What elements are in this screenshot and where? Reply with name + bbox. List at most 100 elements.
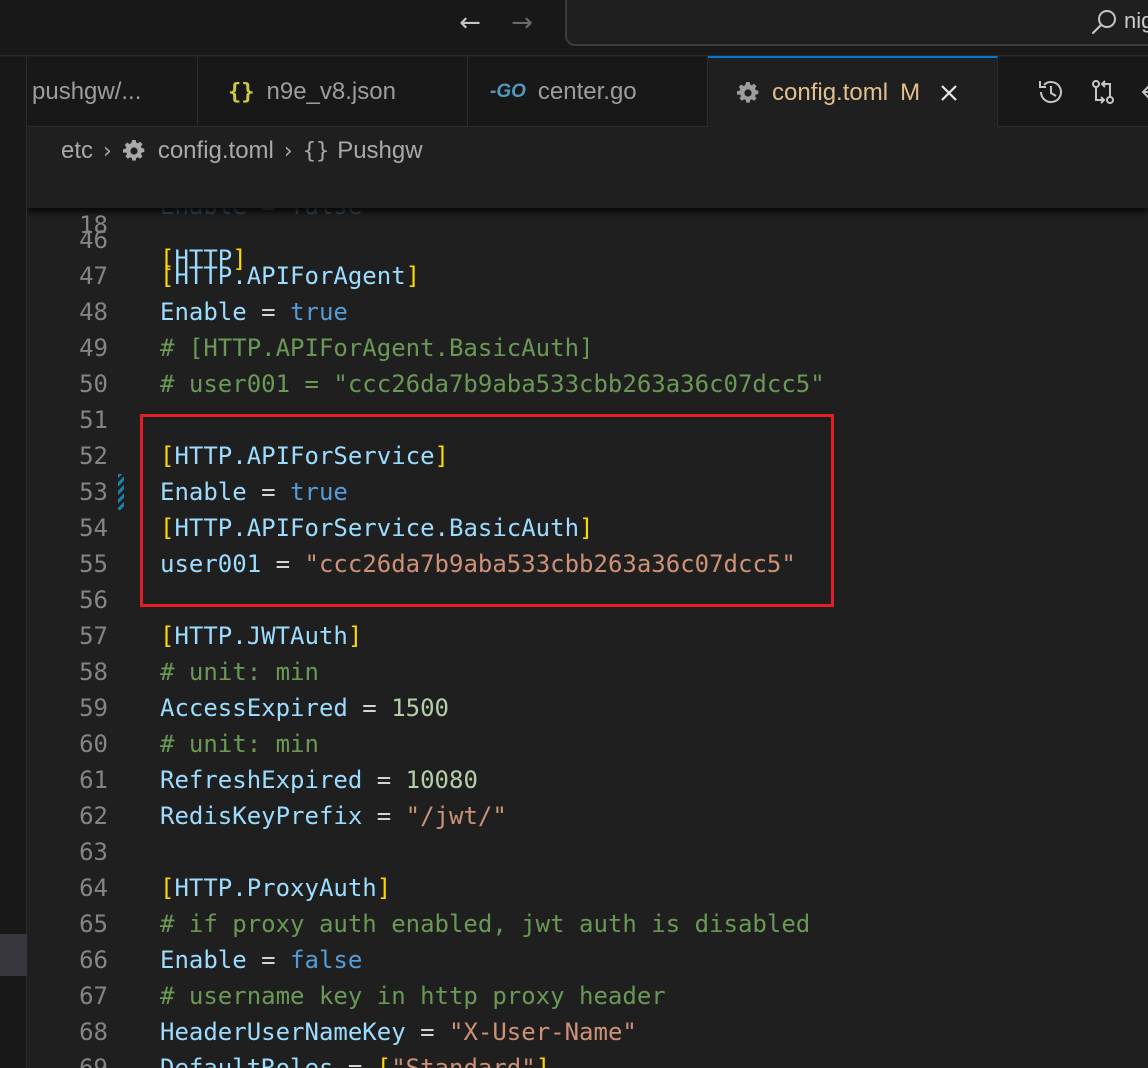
search-icon (1091, 10, 1116, 35)
json-file-icon: {} (228, 79, 255, 105)
code-token: "X-User-Name" (449, 1018, 637, 1046)
line-number: 50 (79, 370, 108, 398)
code-token: = (333, 1054, 377, 1068)
code-line[interactable]: 67 # username key in http proxy header (27, 978, 1148, 1014)
line-number: 59 (79, 694, 108, 722)
line-text: Enable = true (160, 294, 348, 330)
code-line[interactable]: 59 AccessExpired = 1500 (27, 690, 1148, 726)
compare-changes-icon[interactable] (1077, 72, 1129, 112)
code-line[interactable]: 61 RefreshExpired = 10080 (27, 762, 1148, 798)
code-line[interactable]: 60 # unit: min (27, 726, 1148, 762)
line-number: 58 (79, 658, 108, 686)
line-number: 62 (79, 802, 108, 830)
tab-label: center.go (537, 78, 637, 105)
line-text: [HTTP.JWTAuth] (160, 618, 362, 654)
editor-tab-bar: pushgw/... {} n9e_v8.json -GO center.go … (27, 56, 1148, 127)
line-number: 66 (79, 946, 108, 974)
code-line[interactable]: 68 HeaderUserNameKey = "X-User-Name" (27, 1014, 1148, 1050)
open-changes-icon[interactable] (1129, 72, 1148, 112)
command-center-text: nig (1124, 8, 1148, 33)
forward-arrow-icon[interactable]: → (504, 8, 540, 38)
code-token: # username key in http proxy header (160, 982, 666, 1010)
chevron-right-icon: › (283, 138, 293, 164)
breadcrumb: etc › config.toml › {} Pushgw (27, 128, 1148, 174)
line-text: HeaderUserNameKey = "X-User-Name" (160, 1014, 637, 1050)
code-token: = (347, 694, 392, 722)
code-token: [ (376, 1054, 392, 1068)
modified-line-gutter-marker[interactable] (118, 474, 124, 510)
code-token: # unit: min (160, 730, 319, 758)
code-token: DefaultRoles (160, 1054, 334, 1068)
code-token: "Standard" (391, 1054, 536, 1068)
code-line[interactable]: 63 (27, 834, 1148, 870)
code-token: # if proxy auth enabled, jwt auth is dis… (160, 910, 811, 938)
line-number: 67 (79, 982, 108, 1010)
line-number: 65 (79, 910, 108, 938)
symbol-braces-icon: {} (302, 138, 330, 164)
line-number: 52 (79, 442, 108, 470)
code-token: = (405, 1018, 449, 1046)
code-token: # unit: min (160, 658, 319, 686)
tab-config-toml[interactable]: config.toml M (708, 56, 998, 127)
history-icon[interactable] (1025, 72, 1077, 112)
code-token: [ (160, 874, 175, 902)
sticky-scroll-header[interactable]: 18 [HTTP] (27, 174, 1148, 273)
tab-label: config.toml (772, 78, 889, 106)
tab-label: pushgw/... (32, 78, 142, 105)
code-token: = (362, 766, 406, 794)
code-token: # user001 = "ccc26da7b9aba533cbb263a36c0… (160, 370, 825, 398)
code-line[interactable]: 62 RedisKeyPrefix = "/jwt/" (27, 798, 1148, 834)
code-token: Enable (160, 298, 247, 326)
code-line[interactable]: 50 # user001 = "ccc26da7b9aba533cbb263a36… (27, 366, 1148, 402)
command-center-search[interactable]: nig (565, 0, 1148, 46)
chevron-right-icon: › (103, 138, 112, 164)
editor-actions (1025, 57, 1148, 127)
breadcrumb-folder[interactable]: etc (61, 137, 93, 165)
line-number: 61 (79, 766, 108, 794)
line-number: 68 (79, 1018, 108, 1046)
line-number: 51 (79, 406, 108, 434)
line-text: # if proxy auth enabled, jwt auth is dis… (160, 906, 810, 942)
code-line[interactable]: 49 # [HTTP.APIForAgent.BasicAuth] (27, 330, 1148, 366)
close-icon[interactable] (938, 82, 960, 104)
code-token: false (290, 946, 363, 974)
tab-pushgw[interactable]: pushgw/... (27, 57, 198, 127)
line-text: # [HTTP.APIForAgent.BasicAuth] (160, 330, 593, 366)
code-line[interactable]: 64 [HTTP.ProxyAuth] (27, 870, 1148, 906)
tab-n9e-v8-json[interactable]: {} n9e_v8.json (198, 57, 468, 127)
gear-icon (122, 140, 145, 161)
code-token: HTTP.ProxyAuth (174, 874, 377, 902)
line-text: # user001 = "ccc26da7b9aba533cbb263a36c0… (160, 366, 825, 402)
code-token: 10080 (405, 766, 478, 794)
code-line[interactable]: 69 DefaultRoles = ["Standard"] (27, 1050, 1148, 1068)
breadcrumb-symbol[interactable]: Pushgw (337, 137, 422, 165)
title-bar: ← → nig (0, 0, 1148, 56)
code-token: RefreshExpired (160, 766, 363, 794)
breadcrumb-file[interactable]: config.toml (158, 137, 274, 165)
code-token: RedisKeyPrefix (160, 802, 363, 830)
code-token: ] (376, 874, 392, 902)
line-text: # unit: min (160, 726, 319, 762)
tab-center-go[interactable]: -GO center.go (468, 57, 708, 127)
line-text: RedisKeyPrefix = "/jwt/" (160, 798, 507, 834)
go-file-icon: -GO (490, 81, 526, 102)
line-text: Enable = false (160, 942, 362, 978)
code-editor[interactable]: Enable = false 18 [HTTP] 4647[HTTP.APIFo… (27, 174, 1148, 1068)
code-token: ] (405, 262, 421, 290)
code-token: HTTP.JWTAuth (174, 622, 348, 650)
back-arrow-icon[interactable]: ← (452, 8, 488, 38)
code-line[interactable]: 65 # if proxy auth enabled, jwt auth is d… (27, 906, 1148, 942)
code-line[interactable]: 66 Enable = false (27, 942, 1148, 978)
code-line[interactable]: 58 # unit: min (27, 654, 1148, 690)
activity-bar-active-item[interactable] (0, 934, 27, 976)
code-token: ] (535, 1054, 551, 1068)
code-line[interactable]: 48 Enable = true (27, 294, 1148, 330)
line-number: 49 (79, 334, 108, 362)
gear-icon (737, 81, 759, 103)
code-token: 1500 (391, 694, 449, 722)
line-text: [HTTP.ProxyAuth] (160, 870, 391, 906)
line-text: DefaultRoles = ["Standard"] (160, 1050, 550, 1068)
code-line[interactable]: 57 [HTTP.JWTAuth] (27, 618, 1148, 654)
line-number: 57 (79, 622, 108, 650)
line-number: 53 (79, 478, 108, 506)
